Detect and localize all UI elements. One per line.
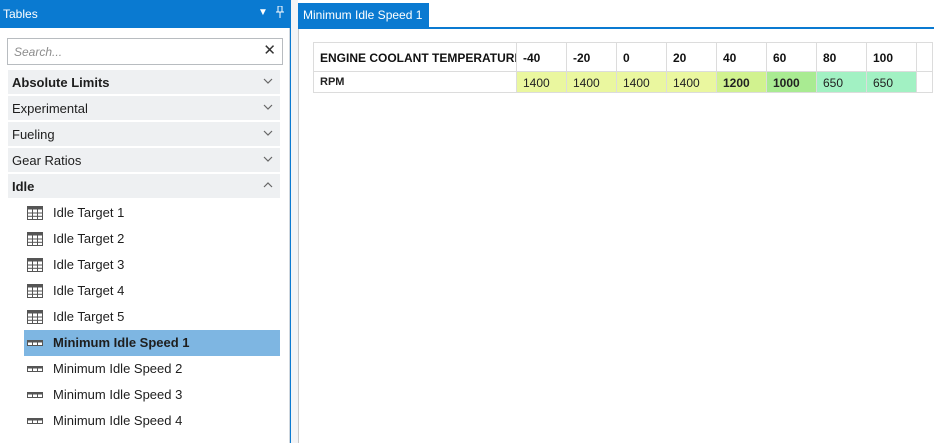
table-grid-icon bbox=[27, 232, 43, 246]
column-header-text: 40 bbox=[723, 51, 737, 65]
category-label: Experimental bbox=[12, 101, 88, 116]
column-header-text: 60 bbox=[773, 51, 787, 65]
table-row-icon bbox=[27, 340, 43, 346]
column-header: 40 bbox=[717, 42, 767, 72]
table-row-icon bbox=[27, 366, 43, 372]
header-row: ENGINE COOLANT TEMPERATURE -40 -20 0 20 40 60 8… bbox=[313, 42, 933, 72]
column-header-text: 0 bbox=[623, 51, 630, 65]
chevron-down-icon bbox=[263, 130, 273, 136]
column-header-text: 80 bbox=[823, 51, 837, 65]
value-cell[interactable]: 1400 bbox=[667, 72, 717, 93]
value-cell-text: 1400 bbox=[623, 76, 650, 90]
table-item-label: Idle Target 1 bbox=[53, 205, 125, 220]
value-cell[interactable]: 1400 bbox=[517, 72, 567, 93]
table-item-label: Idle Target 4 bbox=[53, 283, 125, 298]
panel-header: Tables ▼ bbox=[0, 0, 290, 28]
column-header-text: 100 bbox=[873, 51, 894, 65]
search-input[interactable] bbox=[14, 43, 254, 60]
column-header: -40 bbox=[517, 42, 567, 72]
category-absolute-limits[interactable]: Absolute Limits bbox=[8, 70, 280, 94]
tab-minimum-idle-speed-1[interactable]: Minimum Idle Speed 1 bbox=[298, 3, 429, 27]
category-gear-ratios[interactable]: Gear Ratios bbox=[8, 148, 280, 172]
row-label-cell-text: RPM bbox=[320, 76, 345, 88]
value-cell-text: 650 bbox=[873, 76, 894, 90]
category-label: Gear Ratios bbox=[12, 153, 82, 168]
table-item-label: Minimum Idle Speed 3 bbox=[53, 387, 183, 402]
value-cell[interactable]: 1200 bbox=[717, 72, 767, 93]
table-item[interactable]: Minimum Idle Speed 4 bbox=[24, 408, 280, 434]
category-experimental[interactable]: Experimental bbox=[8, 96, 280, 120]
value-cell[interactable]: 650 bbox=[867, 72, 917, 93]
table-row-icon bbox=[27, 392, 43, 398]
axis-label-cell-text: ENGINE COOLANT TEMPERATURE bbox=[320, 51, 517, 65]
category-label: Idle bbox=[12, 179, 35, 194]
table-grid: ENGINE COOLANT TEMPERATURE -40 -20 0 20 40 60 8… bbox=[313, 42, 933, 93]
tab-label: Minimum Idle Speed 1 bbox=[303, 8, 423, 22]
table-item[interactable]: Minimum Idle Speed 2 bbox=[24, 356, 280, 382]
column-header: 60 bbox=[767, 42, 817, 72]
table-item-label: Idle Target 5 bbox=[53, 309, 125, 324]
table-item[interactable]: Minimum Idle Speed 1 bbox=[24, 330, 280, 356]
value-cell[interactable]: 1400 bbox=[617, 72, 667, 93]
column-header-text: 20 bbox=[673, 51, 687, 65]
tables-panel: Tables ▼ ✕ Absolute Limits Experimental … bbox=[0, 0, 290, 443]
chevron-up-icon bbox=[263, 182, 273, 188]
pin-icon[interactable] bbox=[273, 5, 287, 20]
column-header: 20 bbox=[667, 42, 717, 72]
table-editor: ENGINE COOLANT TEMPERATURE -40 -20 0 20 40 60 8… bbox=[298, 29, 934, 443]
chevron-down-icon bbox=[263, 104, 273, 110]
value-cell[interactable]: 1400 bbox=[567, 72, 617, 93]
value-cell-text: 1200 bbox=[723, 76, 750, 90]
table-item[interactable]: Idle Target 4 bbox=[24, 278, 280, 304]
table-grid-icon bbox=[27, 310, 43, 324]
table-item-label: Minimum Idle Speed 2 bbox=[53, 361, 183, 376]
table-item[interactable]: Idle Target 5 bbox=[24, 304, 280, 330]
value-cell-text: 1400 bbox=[523, 76, 550, 90]
value-cell[interactable]: 650 bbox=[817, 72, 867, 93]
row-label-cell: RPM bbox=[313, 72, 517, 93]
category-label: Fueling bbox=[12, 127, 55, 142]
table-item-label: Idle Target 3 bbox=[53, 257, 125, 272]
clear-search-icon[interactable]: ✕ bbox=[263, 42, 276, 60]
table-grid-icon bbox=[27, 258, 43, 272]
panel-title: Tables bbox=[3, 7, 38, 21]
panel-menu-dropdown-icon[interactable]: ▼ bbox=[256, 6, 270, 20]
empty-cell bbox=[917, 72, 933, 93]
table-item-label: Minimum Idle Speed 1 bbox=[53, 335, 190, 350]
panel-splitter[interactable] bbox=[290, 0, 298, 443]
column-header: -20 bbox=[567, 42, 617, 72]
value-cell-text: 1000 bbox=[773, 76, 800, 90]
table-item[interactable]: Idle Target 1 bbox=[24, 200, 280, 226]
category-idle[interactable]: Idle bbox=[8, 174, 280, 198]
table-item[interactable]: Idle Target 3 bbox=[24, 252, 280, 278]
table-row: RPM 1400 1400 1400 1400 1200 1000 650 650 bbox=[313, 72, 933, 93]
table-item-label: Idle Target 2 bbox=[53, 231, 125, 246]
table-item-label: Minimum Idle Speed 4 bbox=[53, 413, 183, 428]
value-cell-text: 1400 bbox=[673, 76, 700, 90]
value-cell-text: 1400 bbox=[573, 76, 600, 90]
table-item[interactable]: Idle Target 2 bbox=[24, 226, 280, 252]
category-fueling[interactable]: Fueling bbox=[8, 122, 280, 146]
chevron-down-icon bbox=[263, 156, 273, 162]
column-header-text: -20 bbox=[573, 51, 591, 65]
column-header: 80 bbox=[817, 42, 867, 72]
value-cell-text: 650 bbox=[823, 76, 844, 90]
table-grid-icon bbox=[27, 284, 43, 298]
table-grid-icon bbox=[27, 206, 43, 220]
value-cell[interactable]: 1000 bbox=[767, 72, 817, 93]
column-header-text: -40 bbox=[523, 51, 541, 65]
empty-cell bbox=[917, 42, 933, 72]
column-header: 0 bbox=[617, 42, 667, 72]
category-label: Absolute Limits bbox=[12, 75, 110, 90]
axis-label-cell: ENGINE COOLANT TEMPERATURE bbox=[313, 42, 517, 72]
tables-tree: Absolute Limits Experimental Fueling Gea… bbox=[0, 70, 290, 443]
search-box[interactable]: ✕ bbox=[7, 38, 283, 65]
table-item[interactable]: Minimum Idle Speed 3 bbox=[24, 382, 280, 408]
chevron-down-icon bbox=[263, 78, 273, 84]
column-header: 100 bbox=[867, 42, 917, 72]
table-row-icon bbox=[27, 418, 43, 424]
